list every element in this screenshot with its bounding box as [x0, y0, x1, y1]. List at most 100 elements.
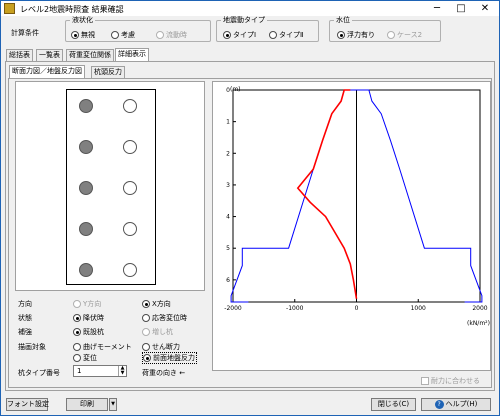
radio-liquefaction-ignore[interactable]: 無視 [71, 30, 95, 40]
radio-water-case2[interactable]: ケース2 [387, 30, 422, 40]
radio-displacement[interactable]: 変位 [73, 353, 97, 363]
subtab-pile-head-reaction[interactable]: 杭頭反力 [91, 66, 125, 78]
tab-summary[interactable]: 総括表 [6, 49, 33, 61]
radio-label: 流動時 [166, 31, 187, 39]
radio-label: 変位 [83, 354, 97, 362]
help-icon: ? [434, 400, 444, 409]
radio-dot [73, 300, 81, 308]
y-tick-label: 2 [226, 150, 230, 157]
series-line [230, 89, 357, 303]
title-bar: レベル2地震時照査 結果確認 ─ □ ✕ [1, 1, 499, 16]
radio-liquefaction-consider[interactable]: 考慮 [111, 30, 135, 40]
print-dropdown-button[interactable]: ▼ [109, 398, 117, 411]
spinner-arrows[interactable]: ▲ ▼ [118, 366, 126, 376]
close-window-button[interactable]: ✕ [474, 2, 496, 15]
y-tick-label: 1 [226, 119, 230, 126]
series-line [356, 89, 483, 303]
y-tick-label: 5 [226, 245, 230, 252]
maximize-button[interactable]: □ [450, 2, 472, 15]
radio-front-ground-reaction[interactable]: 前面地盤反力 [142, 352, 197, 364]
font-settings-button[interactable]: フォント設定 [6, 398, 49, 411]
radio-dot [73, 328, 81, 336]
radio-added-pile[interactable]: 増し杭 [142, 327, 173, 337]
radio-label: 考慮 [121, 31, 135, 39]
radio-dot [142, 343, 150, 351]
pile-marker [79, 222, 93, 236]
reaction-chart: (m) (kN/m²) 0123456-2000-1000010002000 [224, 86, 490, 327]
x-tick-label: 1000 [411, 305, 426, 312]
tab-load-displacement[interactable]: 荷重変位関係 [66, 49, 114, 61]
radio-label: 既設杭 [83, 328, 104, 336]
water-level-title: 水位 [336, 16, 350, 24]
x-tick-label: -1000 [286, 305, 304, 312]
subtab-section-force[interactable]: 断面力図／地盤反力図 [9, 65, 85, 78]
radio-label: タイプⅡ [279, 31, 304, 39]
help-button[interactable]: ? ヘルプ(H) [421, 398, 491, 411]
reinforce-label: 補強 [18, 328, 32, 336]
pile-marker [79, 140, 93, 154]
series-line [296, 89, 358, 299]
pile-marker [123, 140, 137, 154]
load-direction-label: 荷重の向き ← [142, 369, 186, 377]
fit-to-strength-checkbox[interactable]: 耐力に合わせる [421, 376, 480, 386]
x-axis-label: (kN/m²) [467, 320, 490, 327]
pile-marker [123, 181, 137, 195]
checkbox-box [421, 377, 429, 385]
radio-existing-pile[interactable]: 既設杭 [73, 327, 104, 337]
direction-label: 方向 [18, 300, 32, 308]
conditions-label: 計算条件 [11, 29, 39, 37]
radio-motion-type2[interactable]: タイプⅡ [269, 30, 303, 40]
main-window: レベル2地震時照査 結果確認 ─ □ ✕ 計算条件 液状化 無視 考慮 流動時 … [0, 0, 500, 416]
tab-list[interactable]: 一覧表 [36, 49, 63, 61]
radio-label: Y方向 [83, 300, 102, 308]
radio-label: ケース2 [397, 31, 423, 39]
pile-marker [79, 181, 93, 195]
tab-details[interactable]: 詳細表示 [115, 48, 149, 61]
help-label: ヘルプ(H) [445, 400, 478, 408]
pile-marker [123, 222, 137, 236]
minimize-button[interactable]: ─ [426, 2, 448, 15]
liquefaction-title: 液状化 [72, 16, 93, 24]
x-tick-label: 0 [355, 305, 359, 312]
radio-shear-force[interactable]: せん断力 [142, 342, 180, 352]
close-button[interactable]: 閉じる(C) [371, 398, 416, 411]
radio-dot [156, 31, 164, 39]
radio-dot [142, 314, 150, 322]
radio-direction-x[interactable]: X方向 [142, 299, 171, 309]
pile-type-value: 1 [77, 367, 82, 375]
print-button[interactable]: 印刷 [66, 398, 108, 411]
radio-dot [71, 31, 79, 39]
radio-state-yield[interactable]: 降伏時 [73, 313, 104, 323]
radio-dot [387, 31, 395, 39]
y-tick-label: 0 [226, 87, 230, 94]
x-tick-label: -2000 [224, 305, 242, 312]
radio-label: タイプⅠ [233, 31, 257, 39]
radio-dot [142, 328, 150, 336]
pile-type-spinner[interactable]: 1 ▲ ▼ [73, 365, 127, 377]
radio-bending-moment[interactable]: 曲げモーメント [73, 342, 132, 352]
radio-label: 無視 [81, 31, 95, 39]
radio-liquefaction-flow[interactable]: 流動時 [156, 30, 187, 40]
app-icon [4, 3, 15, 14]
radio-dot [73, 343, 81, 351]
radio-label: 増し杭 [152, 328, 173, 336]
radio-label: 降伏時 [83, 314, 104, 322]
radio-direction-y[interactable]: Y方向 [73, 299, 101, 309]
motion-type-title: 地震動タイプ [223, 16, 265, 24]
radio-dot [337, 31, 345, 39]
radio-dot [142, 300, 150, 308]
radio-state-response[interactable]: 応答変位時 [142, 313, 187, 323]
pile-marker [123, 99, 137, 113]
checkbox-label: 耐力に合わせる [431, 377, 480, 385]
radio-motion-type1[interactable]: タイプⅠ [223, 30, 256, 40]
radio-water-buoyancy[interactable]: 浮力有り [337, 30, 375, 40]
y-tick-label: 6 [226, 277, 230, 284]
target-label: 描画対象 [18, 343, 46, 351]
radio-label: X方向 [152, 300, 171, 308]
x-tick-label: 2000 [472, 305, 487, 312]
radio-dot [73, 354, 81, 362]
window-title: レベル2地震時照査 結果確認 [20, 5, 124, 14]
radio-label: 曲げモーメント [83, 343, 132, 351]
radio-label: せん断力 [152, 343, 180, 351]
chart-panel: (m) (kN/m²) 0123456-2000-1000010002000 [212, 81, 491, 371]
